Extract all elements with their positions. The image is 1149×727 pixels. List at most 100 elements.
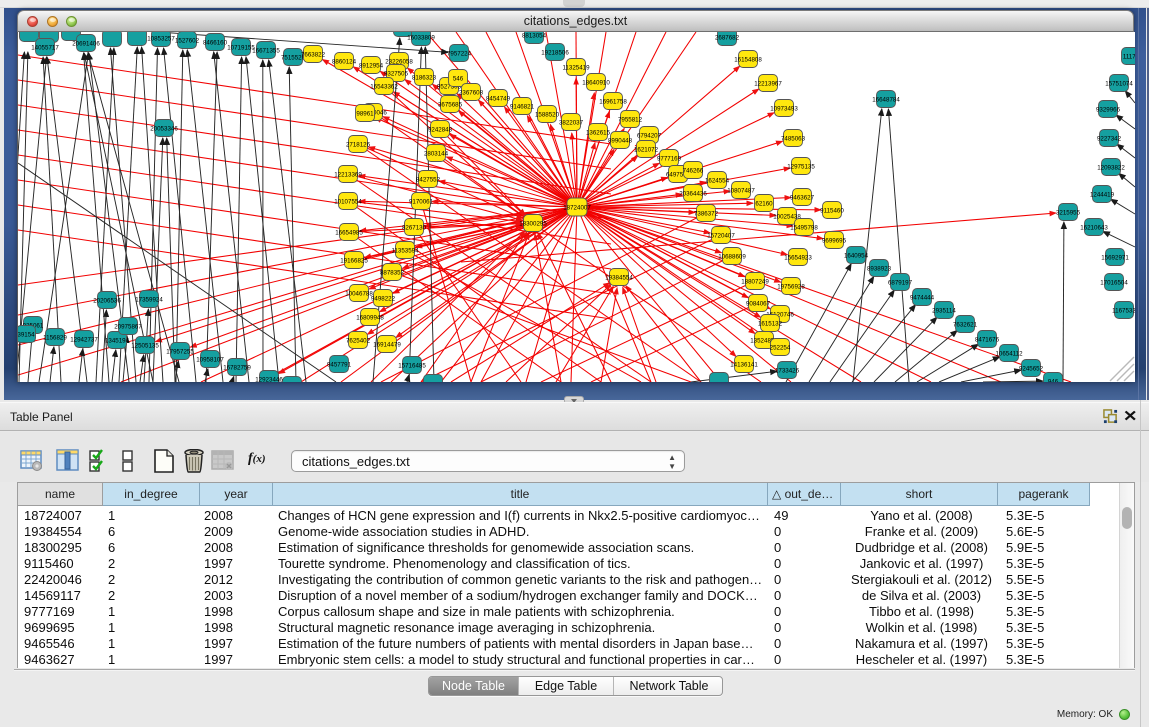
svg-text:6794207: 6794207 (637, 132, 662, 139)
svg-text:12213369: 12213369 (334, 171, 362, 178)
svg-text:11353594: 11353594 (391, 247, 419, 254)
svg-text:14136141: 14136141 (730, 361, 758, 368)
svg-text:10046788: 10046788 (345, 290, 373, 297)
svg-text:9170061: 9170061 (409, 198, 434, 205)
svg-text:1615132: 1615132 (758, 320, 783, 327)
svg-text:1244419: 1244419 (1090, 191, 1115, 198)
svg-text:20975867: 20975867 (114, 323, 142, 330)
svg-text:9115460: 9115460 (820, 207, 844, 214)
svg-text:39154: 39154 (18, 331, 35, 338)
svg-text:9699695: 9699695 (822, 237, 847, 244)
svg-text:12975135: 12975135 (787, 163, 815, 170)
svg-text:10958107: 10958107 (196, 356, 224, 363)
svg-text:1156829: 1156829 (43, 334, 67, 341)
svg-text:16154808: 16154808 (734, 56, 762, 63)
svg-text:9457791: 9457791 (327, 361, 352, 368)
svg-text:746266: 746266 (683, 167, 704, 174)
svg-text:10719155: 10719155 (227, 44, 255, 51)
svg-text:10973493: 10973493 (770, 105, 798, 112)
svg-text:20364436: 20364436 (679, 190, 707, 197)
svg-text:16543362: 16543362 (370, 83, 398, 90)
svg-text:12093822: 12093822 (1097, 164, 1125, 171)
svg-text:10688609: 10688609 (718, 253, 746, 260)
svg-text:1733426: 1733426 (775, 367, 800, 374)
svg-text:1621072: 1621072 (634, 146, 659, 153)
svg-text:16809948: 16809948 (356, 314, 384, 321)
svg-text:17359924: 17359924 (135, 296, 163, 303)
svg-text:10107554: 10107554 (334, 198, 362, 205)
svg-text:62160: 62160 (755, 200, 773, 207)
svg-text:9474444: 9474444 (910, 294, 935, 301)
svg-text:12505135: 12505135 (131, 342, 159, 349)
svg-text:16782759: 16782759 (223, 364, 251, 371)
svg-text:16671355: 16671355 (252, 47, 280, 54)
svg-text:16914479: 16914479 (373, 341, 401, 348)
svg-text:6879197: 6879197 (888, 279, 913, 286)
svg-text:2935114: 2935114 (932, 307, 956, 314)
svg-text:8860124: 8860124 (332, 58, 357, 65)
svg-text:8990448: 8990448 (608, 137, 633, 144)
svg-text:20206536: 20206536 (93, 297, 121, 304)
svg-text:3822037: 3822037 (559, 119, 584, 126)
svg-text:15692971: 15692971 (1101, 254, 1129, 261)
svg-text:3675685: 3675685 (438, 101, 463, 108)
svg-text:1624554: 1624554 (705, 177, 730, 184)
svg-text:252254: 252254 (770, 344, 791, 351)
svg-text:8454749: 8454749 (486, 95, 511, 102)
svg-text:19756928: 19756928 (777, 283, 805, 290)
svg-text:10654112: 10654112 (995, 350, 1023, 357)
svg-text:16210643: 16210643 (1080, 224, 1108, 231)
svg-text:19384554: 19384554 (605, 274, 633, 281)
svg-text:16033809: 16033809 (407, 34, 435, 41)
svg-text:98961: 98961 (356, 110, 374, 117)
svg-text:9463627: 9463627 (790, 194, 815, 201)
svg-text:15720407: 15720407 (707, 232, 735, 239)
svg-text:18807249: 18807249 (741, 278, 769, 285)
svg-text:946: 946 (1048, 378, 1059, 382)
svg-text:1588520: 1588520 (535, 111, 560, 118)
svg-text:9327505: 9327505 (384, 70, 409, 77)
svg-text:7955812: 7955812 (618, 116, 643, 123)
svg-text:18300295: 18300295 (519, 220, 547, 227)
svg-text:2718126: 2718126 (346, 141, 371, 148)
svg-text:9227342: 9227342 (1097, 135, 1122, 142)
svg-text:9084067: 9084067 (746, 300, 771, 307)
svg-text:9329966: 9329966 (1096, 106, 1121, 113)
svg-text:8938923: 8938923 (867, 265, 892, 272)
svg-text:2687682: 2687682 (715, 34, 740, 41)
svg-text:16961758: 16961758 (599, 98, 627, 105)
svg-text:12923446: 12923446 (255, 376, 283, 382)
svg-text:8912954: 8912954 (359, 62, 384, 69)
svg-text:8471676: 8471676 (975, 336, 1000, 343)
svg-text:11325419: 11325419 (562, 64, 590, 71)
svg-text:10807487: 10807487 (727, 187, 755, 194)
svg-text:9146821: 9146821 (510, 103, 535, 110)
svg-text:7663822: 7663822 (301, 51, 326, 58)
svg-text:12942737: 12942737 (70, 336, 98, 343)
svg-text:15654923: 15654923 (784, 254, 812, 261)
svg-text:10853257: 10853257 (147, 35, 175, 42)
svg-text:20691406: 20691406 (72, 40, 100, 47)
svg-text:7485063: 7485063 (781, 135, 806, 142)
svg-text:9245652: 9245652 (1019, 365, 1044, 372)
svg-text:1527602: 1527602 (175, 37, 200, 44)
svg-text:9777169: 9777169 (657, 155, 682, 162)
svg-text:17016504: 17016504 (1100, 279, 1128, 286)
svg-text:20053346: 20053346 (150, 125, 178, 132)
svg-text:16654985: 16654985 (335, 229, 363, 236)
svg-text:11176: 11176 (1123, 53, 1135, 60)
svg-text:15716485: 15716485 (398, 362, 426, 369)
svg-text:15495798: 15495798 (790, 224, 818, 231)
svg-text:546: 546 (453, 75, 464, 82)
svg-text:8466160: 8466160 (203, 39, 228, 46)
svg-text:8878352: 8878352 (380, 269, 405, 276)
svg-text:7386372: 7386372 (694, 210, 719, 217)
svg-text:1640954: 1640954 (844, 252, 869, 259)
svg-text:2803144: 2803144 (424, 150, 449, 157)
svg-text:8186323: 8186323 (412, 74, 437, 81)
svg-text:1345194: 1345194 (105, 337, 130, 344)
svg-text:19218506: 19218506 (541, 49, 569, 56)
svg-text:18724007: 18724007 (563, 204, 591, 211)
svg-text:3215955: 3215955 (1056, 209, 1081, 216)
svg-text:18640910: 18640910 (582, 79, 610, 86)
